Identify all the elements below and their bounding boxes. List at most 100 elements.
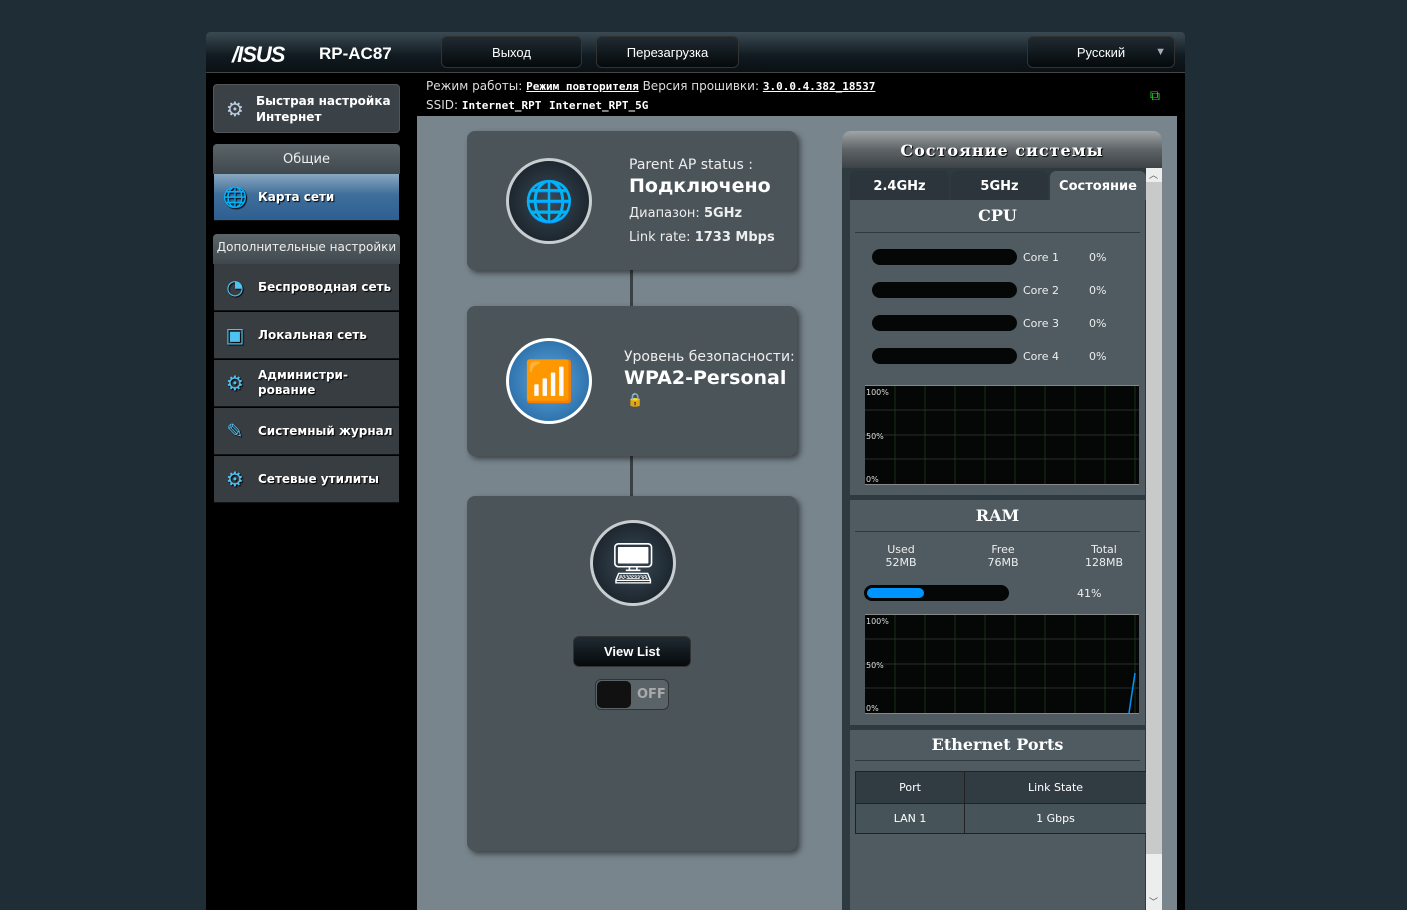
graph-label-0: 0% (866, 475, 879, 484)
quick-setup-icon: ⚙ (226, 96, 244, 121)
sidebar-item-label: Карта сети (258, 189, 335, 204)
total-value: 128MB (1084, 556, 1124, 569)
clients-card[interactable]: 🖥 View List OFF (467, 496, 797, 851)
lock-icon: 🔒 (627, 393, 644, 408)
graph-label-50: 50% (866, 661, 884, 670)
col-link-state: Link State (964, 771, 1147, 804)
chevron-down-icon: ▼ (1155, 46, 1166, 58)
logout-button[interactable]: Выход (441, 36, 582, 68)
ssid-info: SSID: Internet_RPT Internet_RPT_5G (426, 98, 648, 112)
cpu-core-bar (872, 348, 1017, 364)
ssid-label: SSID: (426, 98, 459, 112)
fw-link[interactable]: 3.0.0.4.382_18537 (763, 80, 876, 93)
sidebar-item-admin[interactable]: ⚙ Администри-рование (214, 360, 399, 407)
core-value: 0% (1089, 350, 1107, 363)
cpu-core-bar (872, 249, 1017, 265)
sidebar-item-label: Сетевые утилиты (258, 471, 379, 486)
parent-ap-card[interactable]: 🌐 Parent AP status : Подключено Диапазон… (467, 131, 797, 270)
scrollbar-thumb[interactable] (1146, 182, 1162, 854)
model-name: RP-AC87 (319, 44, 392, 63)
ram-usage-bar (864, 585, 1009, 601)
view-list-button[interactable]: View List (573, 636, 691, 667)
used-value: 52MB (885, 556, 917, 569)
table-row: LAN 11 Gbps (854, 803, 1147, 834)
security-label: Уровень безопасности: (624, 349, 795, 365)
port-cell: LAN 1 (854, 803, 966, 834)
asus-logo: /ISUS (232, 42, 285, 67)
cpu-graph-grid (865, 386, 1139, 484)
link-state-cell: 1 Gbps (964, 803, 1147, 834)
log-icon: ✎ (226, 418, 244, 443)
sidebar-item-label: Беспроводная сеть (258, 279, 392, 294)
core-name: Core 3 (1023, 317, 1059, 330)
connector-line (630, 270, 633, 308)
mode-info: Режим работы: Режим повторителя Версия п… (426, 79, 875, 93)
core-name: Core 4 (1023, 350, 1059, 363)
sidebar-item-network-map[interactable]: 🌐 Карта сети (214, 174, 399, 221)
cpu-core-bar (872, 282, 1017, 298)
scroll-up-icon[interactable]: ︿ (1149, 168, 1158, 181)
free-label: Free (991, 543, 1015, 556)
graph-label-0: 0% (866, 704, 879, 713)
ram-title: RAM (975, 506, 1020, 525)
used-label: Used (887, 543, 915, 556)
sidebar-item-label: Администри-рование (258, 368, 348, 397)
rate-label: Link rate: (629, 230, 691, 245)
sidebar-item-tools[interactable]: ⚙ Сетевые утилиты (214, 456, 399, 503)
ram-percent: 41% (1077, 587, 1102, 600)
client-toggle[interactable]: OFF (595, 679, 669, 710)
tab-5ghz[interactable]: 5GHz (951, 171, 1048, 200)
computer-icon: 🖥 (590, 520, 676, 606)
parent-ap-status: Подключено (629, 175, 771, 197)
network-status-icon[interactable]: ⧉ (1150, 88, 1166, 104)
band-value: 5GHz (703, 206, 743, 221)
quick-setup-label: Быстрая настройка Интернет (256, 93, 391, 124)
band-label: Диапазон: (629, 206, 700, 221)
sidebar-item-wireless[interactable]: ◔ Беспроводная сеть (214, 264, 399, 311)
fw-label: Версия прошивки: (642, 79, 759, 93)
ethernet-section: Ethernet Ports Port Link State LAN 11 Gbp… (850, 730, 1147, 910)
sidebar-item-label: Локальная сеть (258, 327, 367, 342)
mode-label: Режим работы: (426, 79, 523, 93)
ssid-24: Internet_RPT (461, 99, 542, 112)
cpu-core-bar (872, 315, 1017, 331)
scroll-down-icon[interactable]: ﹀ (1149, 895, 1158, 908)
total-label: Total (1091, 543, 1117, 556)
globe-pin-icon: 🌐 (222, 184, 248, 209)
tools-icon: ⚙ (226, 466, 244, 491)
tab-status[interactable]: Состояние (1050, 171, 1146, 200)
language-value: Русский (1076, 44, 1126, 60)
graph-label-100: 100% (866, 617, 889, 626)
mode-link[interactable]: Режим повторителя (526, 80, 639, 93)
security-value: WPA2-Personal (624, 367, 787, 389)
ram-usage-fill (867, 588, 924, 598)
ram-graph: 100% 50% 0% (865, 614, 1139, 714)
status-scrollbar[interactable]: ︿ ﹀ (1146, 168, 1162, 910)
core-value: 0% (1089, 284, 1107, 297)
reboot-button[interactable]: Перезагрузка (596, 36, 739, 68)
ssid-5: Internet_RPT_5G (549, 99, 649, 112)
parent-ap-label: Parent AP status : (629, 157, 753, 173)
sidebar-item-lan[interactable]: ▣ Локальная сеть (214, 312, 399, 359)
toggle-knob (597, 681, 631, 708)
cpu-graph: 100% 50% 0% (865, 385, 1139, 485)
cpu-title: CPU (978, 206, 1017, 225)
tab-24ghz[interactable]: 2.4GHz (850, 171, 949, 200)
router-card[interactable]: 📶 Уровень безопасности: WPA2-Personal 🔒 (467, 306, 797, 456)
free-value: 76MB (987, 556, 1019, 569)
section-general: Общие (213, 144, 400, 174)
router-icon: 📶 (506, 338, 592, 424)
globe-icon: 🌐 (506, 158, 592, 244)
sidebar-item-syslog[interactable]: ✎ Системный журнал (214, 408, 399, 455)
col-port: Port (854, 771, 966, 804)
wireless-icon: ◔ (226, 274, 244, 299)
system-status-title: Состояние системы (842, 131, 1162, 168)
core-name: Core 1 (1023, 251, 1059, 264)
ram-graph-grid (865, 615, 1139, 713)
graph-label-100: 100% (866, 388, 889, 397)
connector-line (630, 456, 633, 496)
sidebar-item-label: Системный журнал (258, 423, 393, 438)
quick-setup-button[interactable]: ⚙ Быстрая настройка Интернет (213, 84, 400, 133)
language-select[interactable]: Русский ▼ (1027, 36, 1175, 68)
lan-icon: ▣ (225, 322, 245, 347)
